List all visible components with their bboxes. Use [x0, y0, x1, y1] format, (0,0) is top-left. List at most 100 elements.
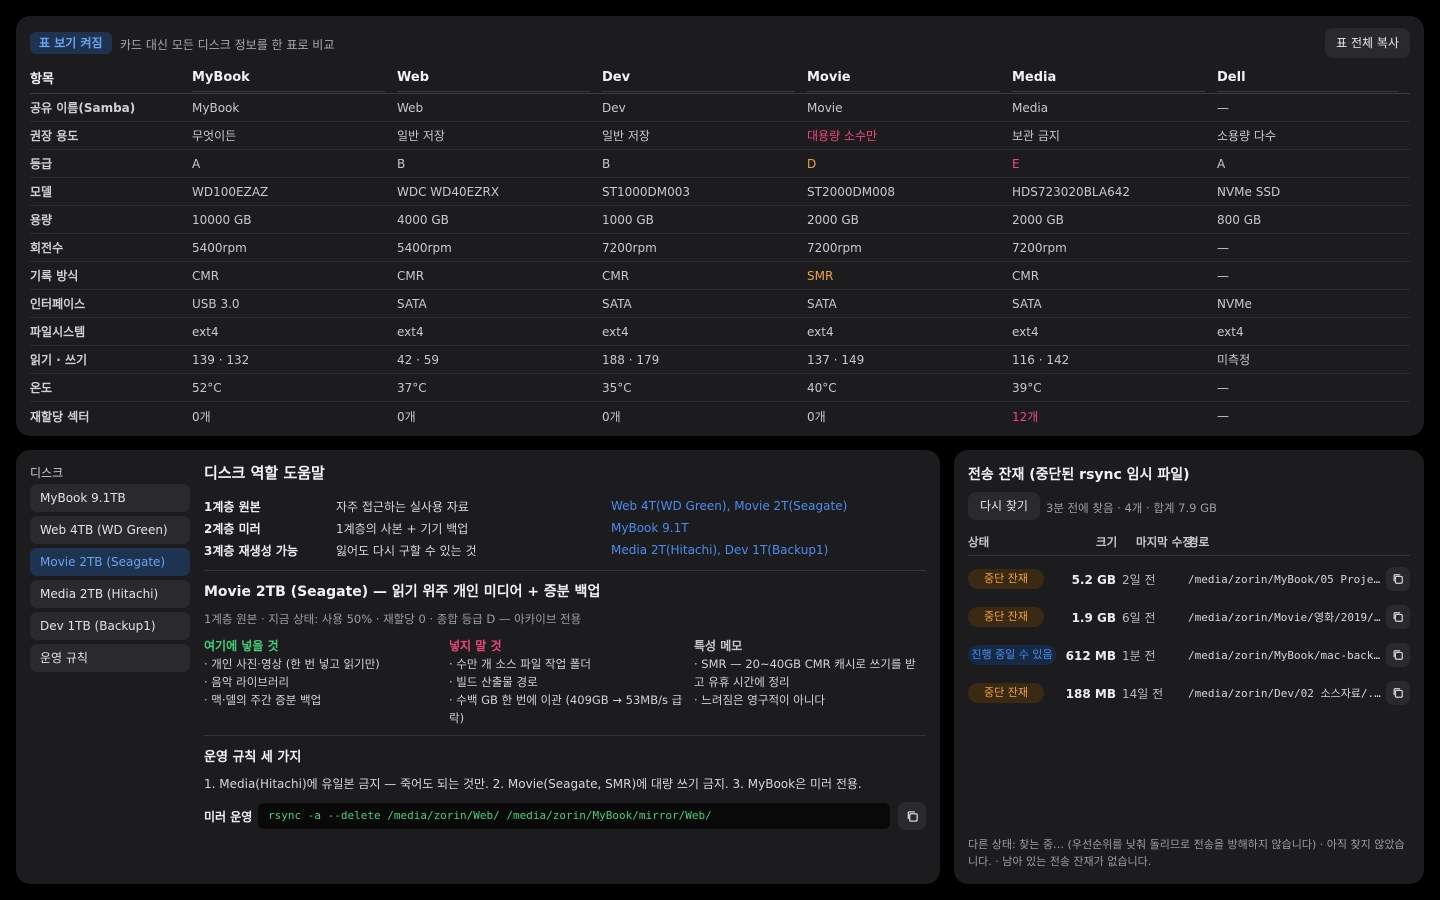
table-cell: 무엇이든	[192, 122, 397, 150]
copy-command-button[interactable]	[898, 802, 926, 830]
table-cell: 0개	[602, 409, 621, 424]
disk-nav-item[interactable]: Movie 2TB (Seagate)	[30, 548, 190, 576]
disk-nav-item[interactable]: Media 2TB (Hitachi)	[30, 580, 190, 608]
table-cell: 800 GB	[1217, 206, 1410, 234]
table-cell: 0개	[807, 409, 826, 424]
tier-disks-link[interactable]: Media 2T(Hitachi), Dev 1T(Backup1)	[611, 543, 828, 557]
col-header-disk: Media	[1012, 68, 1217, 94]
last-modified: 14일 전	[1122, 687, 1164, 701]
copy-table-button[interactable]: 표 전체 복사	[1325, 28, 1410, 58]
header-label: Dev	[602, 70, 795, 92]
copy-path-button[interactable]	[1386, 567, 1410, 591]
disk-nav-item[interactable]: 운영 규칙	[30, 644, 190, 672]
mirror-row: 미러 운영 rsync -a --delete /media/zorin/Web…	[204, 802, 926, 830]
disk-nav-item[interactable]: MyBook 9.1TB	[30, 484, 190, 512]
table-cell: ext4	[1217, 318, 1410, 346]
table-cell: 7200rpm	[807, 234, 1012, 262]
copy-icon	[1393, 688, 1403, 698]
table-cell: USB 3.0	[192, 290, 397, 318]
tier-desc: 1계층의 사본 + 기기 백업	[336, 521, 469, 536]
table-row: 등급 A B B D E A	[30, 150, 1410, 178]
tier-disks-link[interactable]: MyBook 9.1T	[611, 521, 689, 535]
table-cell: —	[1217, 409, 1229, 423]
col-mtime: 마지막 수정	[1136, 535, 1193, 549]
table-view-toggle[interactable]: 표 보기 켜짐	[30, 32, 112, 54]
table-cell: 12개	[1012, 409, 1039, 424]
disk-role-columns: 여기에 넣을 것 · 개인 사진·영상 (한 번 넣고 읽기만) · 음악 라이브…	[204, 637, 926, 727]
divider	[204, 570, 926, 571]
table-cell: 0개	[397, 409, 416, 424]
tier-name: 3계층 재생성 가능	[204, 543, 298, 558]
status-badge: 중단 잔재	[968, 683, 1044, 703]
header-label: MyBook	[192, 70, 385, 92]
table-cell: 보관 금지	[1012, 122, 1217, 150]
table-cell: A	[192, 150, 397, 178]
table-cell: E	[1012, 150, 1217, 178]
table-row: 용량 10000 GB 4000 GB 1000 GB 2000 GB 2000 GB 80…	[30, 206, 1410, 234]
help-title: 디스크 역할 도움말	[204, 464, 325, 482]
row-label: 모델	[30, 178, 192, 206]
table-cell: ext4	[397, 318, 602, 346]
disk-compare-table: 항목 MyBook Web Dev Movie Media Dell 공유 이름(Samba…	[30, 68, 1410, 430]
list-item: · 수백 GB 한 번에 이관 (409GB → 53MB/s 급락)	[449, 693, 683, 725]
row-label: 파일시스템	[30, 318, 192, 346]
col-header-disk: Movie	[807, 68, 1012, 94]
table-cell: ext4	[192, 318, 397, 346]
table-cell: WD100EZAZ	[192, 178, 397, 206]
table-cell: 대용량 소수만	[807, 122, 1012, 150]
tier-row: 3계층 재생성 가능 잃어도 다시 구할 수 있는 것 Media 2T(Hitac…	[204, 539, 926, 561]
table-cell: SATA	[1012, 290, 1217, 318]
table-cell: Dev	[602, 94, 807, 122]
table-cell: HDS723020BLA642	[1012, 178, 1217, 206]
table-cell: CMR	[397, 262, 602, 290]
refind-button[interactable]: 다시 찾기	[968, 492, 1040, 520]
table-cell: B	[397, 150, 602, 178]
table-cell: ext4	[807, 318, 1012, 346]
table-row: 재할당 섹터 0개 0개 0개 0개 12개 —	[30, 402, 1410, 430]
table-cell: NVMe	[1217, 290, 1410, 318]
transfer-leftovers-panel: 전송 잔재 (중단된 rsync 임시 파일) 다시 찾기 3분 전에 찾음 ·…	[954, 450, 1424, 884]
file-path: /media/zorin/MyBook/mac-backup/.rsync-tm…	[1188, 649, 1384, 662]
table-row: 기록 방식 CMR CMR CMR SMR CMR —	[30, 262, 1410, 290]
table-cell: 37°C	[397, 374, 602, 402]
table-cell: Media	[1012, 94, 1217, 122]
last-modified: 6일 전	[1122, 611, 1156, 625]
table-cell: 4000 GB	[397, 206, 602, 234]
table-cell: SATA	[397, 290, 602, 318]
col-size: 크기	[1096, 535, 1118, 549]
table-cell: ext4	[1012, 318, 1217, 346]
table-cell: SATA	[807, 290, 1012, 318]
row-label: 권장 용도	[30, 122, 192, 150]
table-row: 파일시스템 ext4 ext4 ext4 ext4 ext4 ext4	[30, 318, 1410, 346]
table-cell: 188 · 179	[602, 346, 807, 374]
table-cell: NVMe SSD	[1217, 178, 1410, 206]
copy-icon	[1393, 650, 1403, 660]
file-size: 612 MB	[1065, 649, 1116, 663]
table-cell: SATA	[602, 290, 807, 318]
table-cell: —	[1217, 94, 1410, 122]
col-header-disk: MyBook	[192, 68, 397, 94]
tier-disks-link[interactable]: Web 4T(WD Green), Movie 2T(Seagate)	[611, 499, 847, 513]
copy-path-button[interactable]	[1386, 643, 1410, 667]
file-path: /media/zorin/MyBook/05 Projects/.rsync-t…	[1188, 573, 1384, 586]
transfer-row: 진행 중일 수 있음 612 MB 1분 전/media/zorin/MyBook/…	[968, 642, 1410, 670]
table-cell: 35°C	[602, 374, 807, 402]
mirror-command[interactable]: rsync -a --delete /media/zorin/Web/ /med…	[258, 803, 890, 829]
table-cell: 일반 저장	[397, 122, 602, 150]
col-header-disk: Web	[397, 68, 602, 94]
table-cell: CMR	[602, 262, 807, 290]
disk-nav-item[interactable]: Web 4TB (WD Green)	[30, 516, 190, 544]
file-size: 188 MB	[1065, 687, 1116, 701]
disk-nav-item[interactable]: Dev 1TB (Backup1)	[30, 612, 190, 640]
table-cell: 42 · 59	[397, 346, 602, 374]
copy-icon	[1393, 574, 1403, 584]
table-cell: 5400rpm	[192, 234, 397, 262]
table-row: 회전수 5400rpm 5400rpm 7200rpm 7200rpm 7200rpm —	[30, 234, 1410, 262]
header-label: Media	[1012, 70, 1205, 92]
copy-path-button[interactable]	[1386, 681, 1410, 705]
row-label: 용량	[30, 206, 192, 234]
table-cell: 5400rpm	[397, 234, 602, 262]
copy-path-button[interactable]	[1386, 605, 1410, 629]
table-row: 공유 이름(Samba) MyBook Web Dev Movie Media —	[30, 94, 1410, 122]
memo-column: 특성 메모 · SMR — 20~40GB CMR 캐시로 쓰기를 받고 유휴 …	[694, 637, 926, 727]
